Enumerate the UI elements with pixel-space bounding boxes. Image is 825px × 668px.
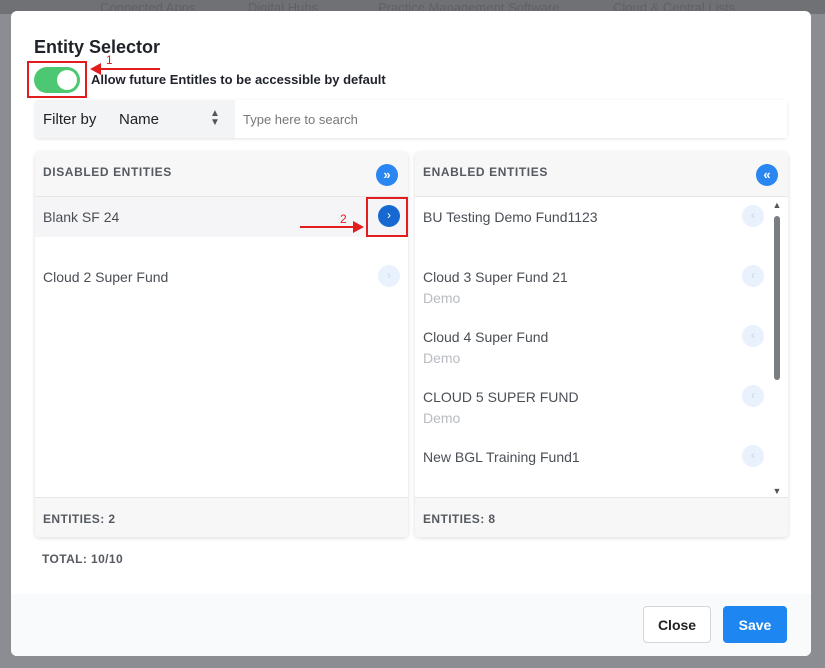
annotation-step-1: 1 (106, 53, 113, 67)
entity-subtitle: Demo (423, 410, 461, 426)
annotation-box-enable (366, 197, 408, 237)
annotation-arrowhead-2 (353, 221, 364, 233)
entity-subtitle: Demo (423, 350, 461, 366)
entity-name: BU Testing Demo Fund1123 (423, 209, 598, 225)
annotation-arrow-1 (100, 68, 160, 70)
entity-name: Blank SF 24 (43, 209, 120, 225)
entity-name: Cloud 2 Super Fund (43, 269, 169, 285)
scrollbar-thumb[interactable] (774, 216, 780, 380)
enabled-entities-panel: ENABLED ENTITIES « BU Testing Demo Fund1… (415, 152, 788, 537)
annotation-box-toggle (27, 61, 87, 98)
panel-title: ENABLED ENTITIES (423, 165, 548, 179)
total-count: TOTAL: 10/10 (42, 552, 124, 566)
entities-count: ENTITIES: 2 (43, 512, 116, 526)
filter-selected-value: Name (119, 111, 160, 128)
panel-footer: ENTITIES: 2 (35, 497, 408, 537)
disable-entity-button[interactable]: ‹ (742, 325, 764, 347)
disable-entity-button[interactable]: ‹ (742, 265, 764, 287)
entities-count: ENTITIES: 8 (423, 512, 496, 526)
search-input[interactable] (235, 100, 787, 138)
entity-subtitle: Demo (423, 290, 461, 306)
entity-name: New BGL Training Fund1 (423, 449, 580, 465)
filter-by-select[interactable]: Filter by Name ▲ ▼ (35, 100, 235, 138)
list-item: CLOUD 5 SUPER FUND Demo ‹ (415, 377, 788, 426)
save-button[interactable]: Save (723, 606, 787, 643)
disabled-entities-list: Blank SF 24 › Cloud 2 Super Fund › (35, 197, 408, 497)
enable-entity-button[interactable]: › (378, 265, 400, 287)
select-caret-icon: ▲ ▼ (210, 108, 220, 128)
enabled-entities-list: BU Testing Demo Fund1123 ‹ Cloud 3 Super… (415, 197, 788, 497)
scroll-up-arrow-icon[interactable]: ▲ (772, 200, 782, 210)
entity-name: Cloud 3 Super Fund 21 (423, 269, 568, 285)
entity-name: CLOUD 5 SUPER FUND (423, 389, 579, 405)
disable-entity-button[interactable]: ‹ (742, 385, 764, 407)
disabled-entities-panel: DISABLED ENTITIES » Blank SF 24 › Cloud … (35, 152, 408, 537)
modal-title: Entity Selector (34, 37, 161, 57)
list-item: Cloud 2 Super Fund › (35, 257, 408, 297)
entity-selector-modal: Entity Selector Allow future Entitles to… (11, 11, 811, 656)
list-item: BU Testing Demo Fund1123 ‹ (415, 197, 788, 237)
panel-header: ENABLED ENTITIES « (415, 152, 788, 197)
scroll-down-arrow-icon[interactable]: ▼ (772, 486, 782, 496)
close-button[interactable]: Close (643, 606, 711, 643)
enable-all-button[interactable]: » (376, 164, 398, 186)
modal-footer: Close Save (11, 594, 811, 656)
panel-footer: ENTITIES: 8 (415, 497, 788, 537)
disable-entity-button[interactable]: ‹ (742, 205, 764, 227)
toggle-label: Allow future Entitles to be accessible b… (91, 72, 386, 87)
list-scrollbar[interactable]: ▲ ▼ (772, 200, 782, 496)
annotation-step-2: 2 (340, 212, 347, 226)
list-item: Cloud 3 Super Fund 21 Demo ‹ (415, 257, 788, 306)
filter-bar: Filter by Name ▲ ▼ (35, 100, 787, 138)
disable-entity-button[interactable]: ‹ (742, 445, 764, 467)
disable-all-button[interactable]: « (756, 164, 778, 186)
entity-name: Cloud 4 Super Fund (423, 329, 549, 345)
panel-header: DISABLED ENTITIES » (35, 152, 408, 197)
panel-title: DISABLED ENTITIES (43, 165, 172, 179)
list-item: New BGL Training Fund1 ‹ (415, 437, 788, 477)
list-item: Cloud 4 Super Fund Demo ‹ (415, 317, 788, 366)
annotation-arrow-2 (300, 226, 354, 228)
annotation-arrowhead-1 (90, 63, 101, 75)
filter-by-label: Filter by (43, 111, 97, 128)
